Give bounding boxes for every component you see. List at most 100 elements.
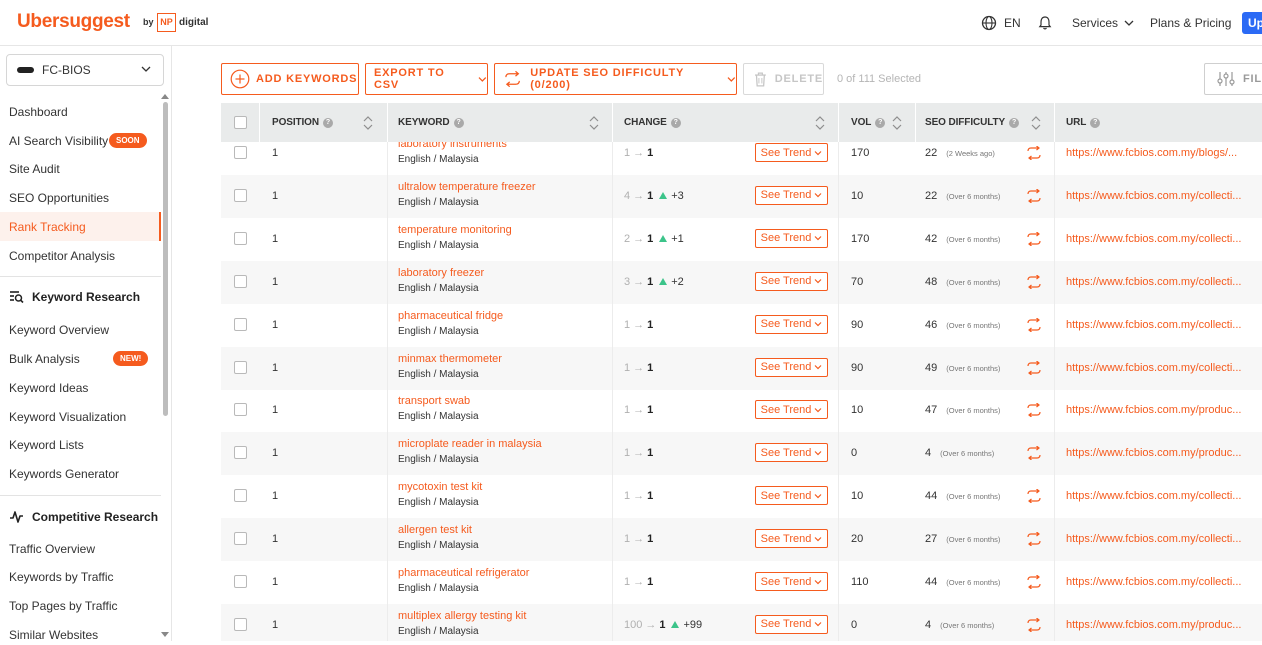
update-seo-difficulty-button[interactable]: UPDATE SEO DIFFICULTY (0/200) xyxy=(494,63,737,95)
export-csv-button[interactable]: EXPORT TO CSV xyxy=(365,63,488,95)
see-trend-button[interactable]: See Trend xyxy=(755,400,828,420)
scroll-up-icon[interactable] xyxy=(161,93,169,99)
ranking-url-link[interactable]: https://www.fcbios.com.my/collecti... xyxy=(1066,233,1241,245)
url-header[interactable]: URL ? xyxy=(1066,103,1101,142)
vol-header[interactable]: VOL ? xyxy=(851,103,886,142)
ranking-url-link[interactable]: https://www.fcbios.com.my/blogs/... xyxy=(1066,147,1237,159)
keyword-link[interactable]: microplate reader in malaysia xyxy=(398,438,542,450)
ranking-url-link[interactable]: https://www.fcbios.com.my/produc... xyxy=(1066,404,1241,416)
keyword-link[interactable]: multiplex allergy testing kit xyxy=(398,610,526,622)
help-icon[interactable]: ? xyxy=(875,117,886,128)
globe-icon[interactable] xyxy=(981,15,997,31)
see-trend-button[interactable]: See Trend xyxy=(755,314,828,334)
delete-button[interactable]: DELETE xyxy=(743,63,824,95)
change-header[interactable]: CHANGE ? xyxy=(624,103,681,142)
refresh-icon[interactable] xyxy=(1026,575,1042,589)
plans-pricing-link[interactable]: Plans & Pricing xyxy=(1150,0,1231,46)
see-trend-button[interactable]: See Trend xyxy=(755,185,828,205)
see-trend-button[interactable]: See Trend xyxy=(755,443,828,463)
sidebar-item-keyword-visualization[interactable]: Keyword Visualization xyxy=(9,407,126,427)
language-selector[interactable]: EN xyxy=(1004,0,1021,46)
refresh-icon[interactable] xyxy=(1026,188,1042,203)
see-trend-button[interactable]: See Trend xyxy=(755,486,828,506)
sidebar-item-keywords-by-traffic[interactable]: Keywords by Traffic xyxy=(9,567,113,587)
keyword-link[interactable]: ultralow temperature freezer xyxy=(398,181,536,193)
upgrade-button[interactable]: Up xyxy=(1242,12,1262,34)
refresh-icon[interactable] xyxy=(1026,360,1042,375)
see-trend-button[interactable]: See Trend xyxy=(755,228,828,248)
sort-icon[interactable] xyxy=(589,115,599,131)
ranking-url-link[interactable]: https://www.fcbios.com.my/collecti... xyxy=(1066,490,1241,502)
row-checkbox[interactable] xyxy=(234,489,247,503)
refresh-icon[interactable] xyxy=(1026,617,1042,632)
sort-icon[interactable] xyxy=(1031,115,1041,131)
sidebar-item-top-pages-by-traffic[interactable]: Top Pages by Traffic xyxy=(9,596,118,616)
row-checkbox[interactable] xyxy=(234,146,247,159)
see-trend-button[interactable]: See Trend xyxy=(755,614,828,634)
sidebar-item-keyword-lists[interactable]: Keyword Lists xyxy=(9,435,84,455)
refresh-icon[interactable] xyxy=(1026,317,1042,332)
ranking-url-link[interactable]: https://www.fcbios.com.my/collecti... xyxy=(1066,362,1241,374)
keyword-link[interactable]: laboratory freezer xyxy=(398,267,484,279)
services-menu[interactable]: Services xyxy=(1072,0,1134,46)
sidebar-item-traffic-overview[interactable]: Traffic Overview xyxy=(9,539,95,559)
sort-icon[interactable] xyxy=(815,115,825,131)
refresh-icon[interactable] xyxy=(1026,489,1042,504)
row-checkbox[interactable] xyxy=(234,274,247,288)
keyword-link[interactable]: temperature monitoring xyxy=(398,224,512,236)
help-icon[interactable]: ? xyxy=(1090,117,1101,128)
sidebar-scrollbar[interactable] xyxy=(163,102,168,416)
sidebar-item-similar-websites[interactable]: Similar Websites xyxy=(9,625,98,645)
help-icon[interactable]: ? xyxy=(453,117,464,128)
keyword-link[interactable]: pharmaceutical refrigerator xyxy=(398,567,529,579)
ubersuggest-logo[interactable]: Ubersuggest xyxy=(17,11,130,33)
sidebar-item-site-audit[interactable]: Site Audit xyxy=(9,159,60,179)
see-trend-button[interactable]: See Trend xyxy=(755,143,828,162)
ranking-url-link[interactable]: https://www.fcbios.com.my/collecti... xyxy=(1066,276,1241,288)
sidebar-item-keyword-overview[interactable]: Keyword Overview xyxy=(9,320,109,340)
select-all-checkbox[interactable] xyxy=(234,116,247,129)
refresh-icon[interactable] xyxy=(1026,446,1042,461)
sort-icon[interactable] xyxy=(892,115,902,131)
row-checkbox[interactable] xyxy=(234,617,247,631)
keyword-link[interactable]: mycotoxin test kit xyxy=(398,481,482,493)
keyword-link[interactable]: minmax thermometer xyxy=(398,353,502,365)
keyword-link[interactable]: laboratory instruments xyxy=(398,142,507,150)
filter-button[interactable]: FIL xyxy=(1204,63,1262,95)
ranking-url-link[interactable]: https://www.fcbios.com.my/collecti... xyxy=(1066,576,1241,588)
see-trend-button[interactable]: See Trend xyxy=(755,529,828,549)
sidebar-item-dashboard[interactable]: Dashboard xyxy=(9,102,68,122)
ranking-url-link[interactable]: https://www.fcbios.com.my/collecti... xyxy=(1066,190,1241,202)
see-trend-button[interactable]: See Trend xyxy=(755,271,828,291)
row-checkbox[interactable] xyxy=(234,188,247,202)
sidebar-item-bulk-analysis[interactable]: Bulk Analysis xyxy=(9,349,80,369)
refresh-icon[interactable] xyxy=(1026,403,1042,418)
row-checkbox[interactable] xyxy=(234,575,247,588)
row-checkbox[interactable] xyxy=(234,360,247,374)
scroll-down-icon[interactable] xyxy=(161,632,169,638)
ranking-url-link[interactable]: https://www.fcbios.com.my/produc... xyxy=(1066,447,1241,459)
refresh-icon[interactable] xyxy=(1026,274,1042,289)
sort-icon[interactable] xyxy=(363,115,373,131)
sidebar-item-keywords-generator[interactable]: Keywords Generator xyxy=(9,464,119,484)
row-checkbox[interactable] xyxy=(234,446,247,460)
ranking-url-link[interactable]: https://www.fcbios.com.my/collecti... xyxy=(1066,319,1241,331)
help-icon[interactable]: ? xyxy=(322,117,333,128)
keyword-link[interactable]: transport swab xyxy=(398,395,470,407)
keyword-link[interactable]: allergen test kit xyxy=(398,524,472,536)
project-selector[interactable]: FC-BIOS xyxy=(6,54,164,86)
sidebar-item-competitor-analysis[interactable]: Competitor Analysis xyxy=(9,246,115,266)
bell-icon[interactable] xyxy=(1037,15,1053,31)
refresh-icon[interactable] xyxy=(1026,146,1042,160)
position-header[interactable]: POSITION ? xyxy=(272,103,333,142)
sidebar-item-rank-tracking[interactable]: Rank Tracking xyxy=(9,217,86,237)
help-icon[interactable]: ? xyxy=(1009,117,1020,128)
seo-difficulty-header[interactable]: SEO DIFFICULTY ? xyxy=(925,103,1020,142)
row-checkbox[interactable] xyxy=(234,317,247,331)
help-icon[interactable]: ? xyxy=(670,117,681,128)
sidebar-item-keyword-ideas[interactable]: Keyword Ideas xyxy=(9,378,88,398)
see-trend-button[interactable]: See Trend xyxy=(755,357,828,377)
add-keywords-button[interactable]: ADD KEYWORDS xyxy=(221,63,359,95)
refresh-icon[interactable] xyxy=(1026,532,1042,547)
row-checkbox[interactable] xyxy=(234,532,247,546)
